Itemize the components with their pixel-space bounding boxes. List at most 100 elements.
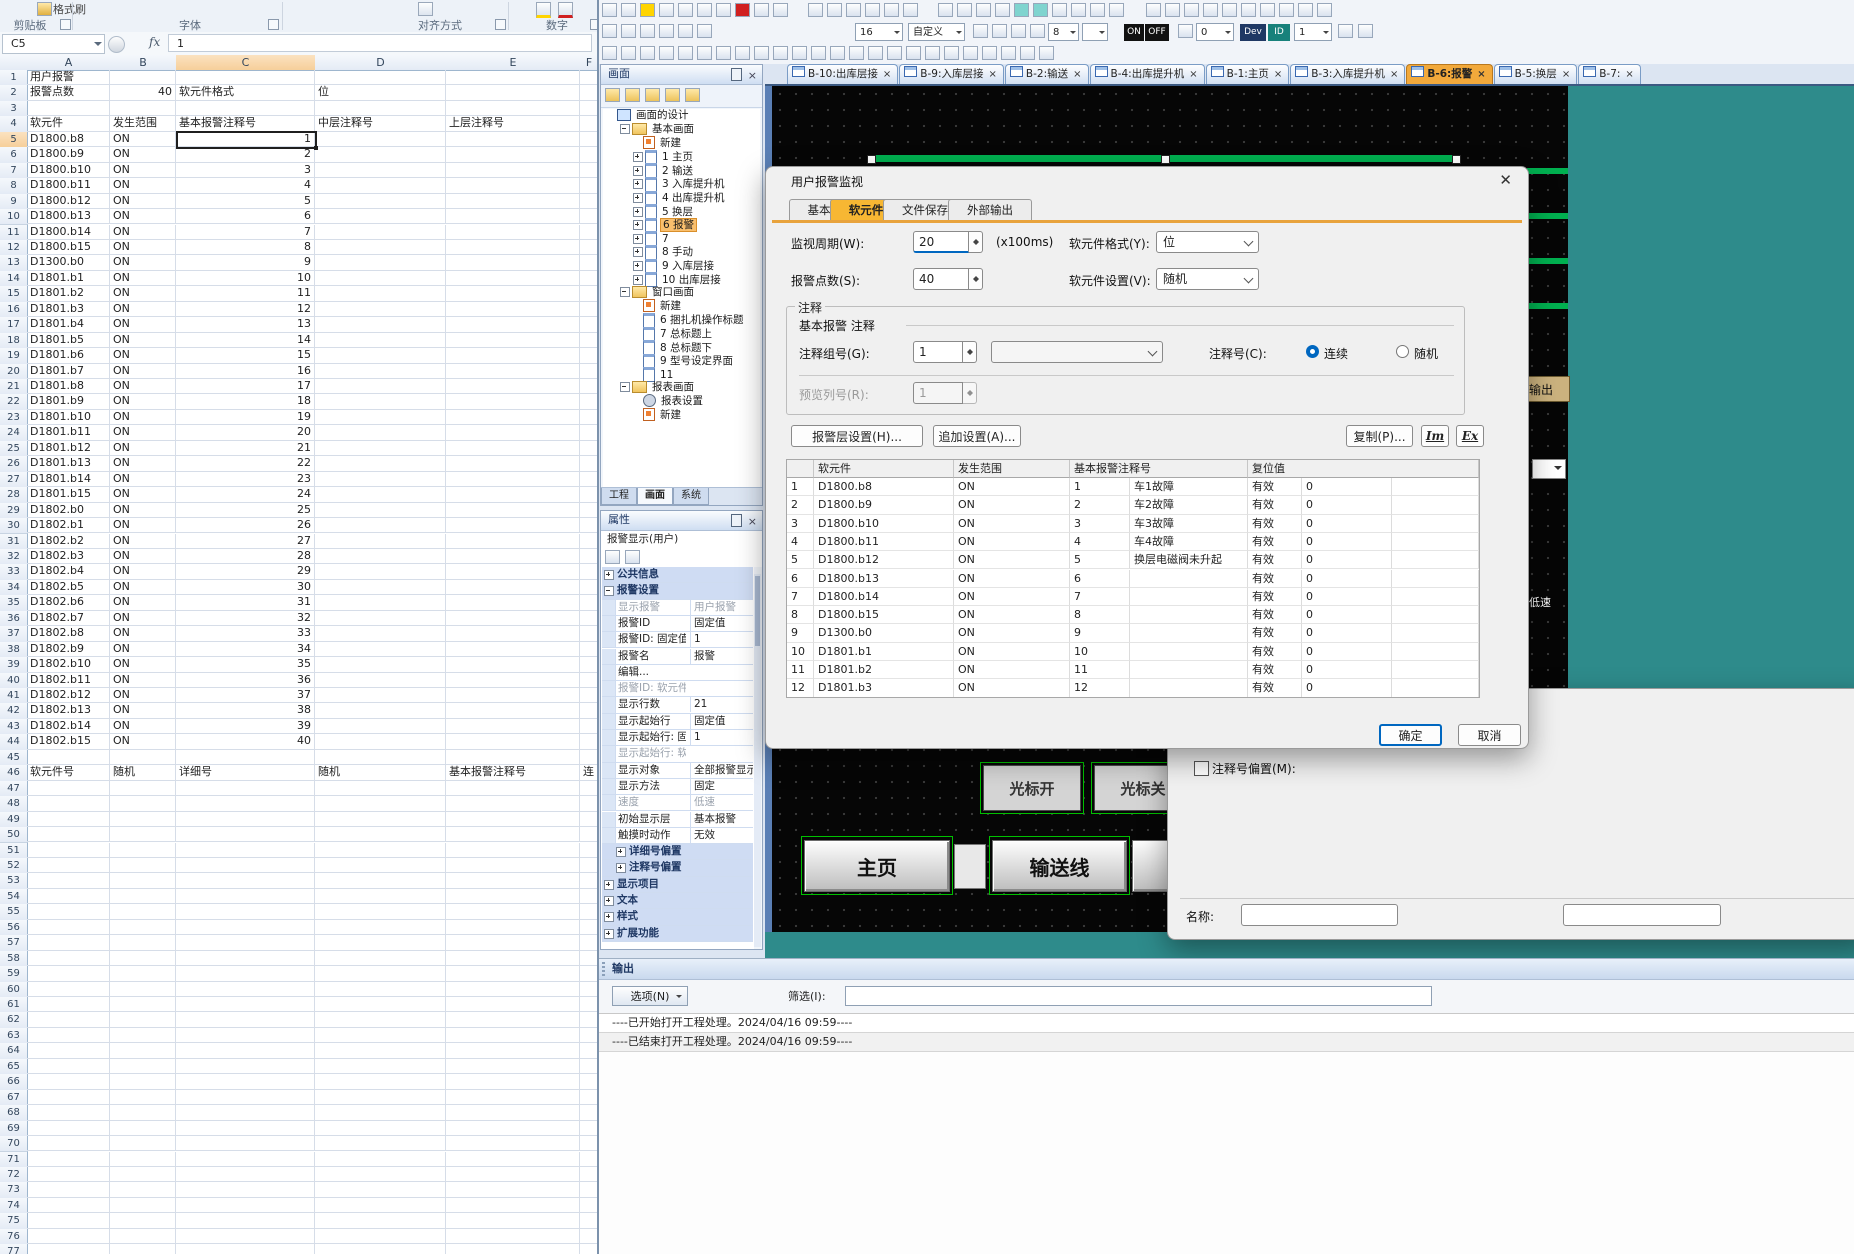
cell-D51[interactable]: [315, 843, 446, 858]
row-header-1[interactable]: 1: [0, 70, 28, 86]
cell-D59[interactable]: [315, 966, 446, 981]
cell-B6[interactable]: ON: [110, 147, 176, 162]
table-cell-r10c5[interactable]: 有效: [1248, 643, 1302, 661]
tree-item-0[interactable]: 画面的设计: [603, 109, 760, 123]
table-cell-r7c2[interactable]: ON: [954, 588, 1070, 606]
table-cell-r11c6[interactable]: 0: [1302, 661, 1392, 679]
preview-col-input[interactable]: 1: [913, 382, 963, 404]
cell-E74[interactable]: [446, 1198, 580, 1213]
cell-E48[interactable]: [446, 796, 580, 811]
cell-E26[interactable]: [446, 456, 580, 471]
row-header-61[interactable]: 61: [0, 997, 28, 1013]
cell-C29[interactable]: 25: [176, 503, 315, 518]
cell-E3[interactable]: [446, 101, 580, 116]
cell-E6[interactable]: [446, 147, 580, 162]
cell-F56[interactable]: [580, 920, 598, 935]
cell-C10[interactable]: 6: [176, 209, 315, 224]
cell-D40[interactable]: [315, 673, 446, 688]
cell-B34[interactable]: ON: [110, 580, 176, 595]
property-grid[interactable]: 公共信息报警设置显示报警用户报警报警ID固定值报警ID: 固定值1报警名报警编辑…: [601, 567, 754, 949]
cell-E8[interactable]: [446, 178, 580, 193]
cell-B74[interactable]: [110, 1198, 176, 1213]
row-header-64[interactable]: 64: [0, 1043, 28, 1059]
toolbar-icon[interactable]: [697, 46, 712, 60]
cell-D15[interactable]: [315, 286, 446, 301]
table-cell-r1c4[interactable]: 车1故障: [1130, 478, 1248, 496]
cell-F1[interactable]: [580, 70, 598, 85]
cell-B50[interactable]: [110, 827, 176, 842]
cell-A8[interactable]: D1800.b11: [27, 178, 110, 193]
cell-C7[interactable]: 3: [176, 163, 315, 178]
cell-C33[interactable]: 29: [176, 564, 315, 579]
table-cell-r4c3[interactable]: 4: [1070, 533, 1130, 551]
cell-A23[interactable]: D1801.b10: [27, 410, 110, 425]
name-input[interactable]: [1241, 904, 1398, 926]
cell-D45[interactable]: [315, 750, 446, 765]
cell-F73[interactable]: [580, 1182, 598, 1197]
tree-item-21[interactable]: 报表设置: [603, 394, 760, 408]
row-header-63[interactable]: 63: [0, 1028, 28, 1044]
cell-A50[interactable]: [27, 827, 110, 842]
toolbar-icon[interactable]: [640, 3, 655, 17]
output-message-list[interactable]: ----已开始打开工程处理。2024/04/16 09:59--------已结…: [598, 1013, 1854, 1254]
expand-icon[interactable]: [604, 896, 614, 906]
tree-item-5[interactable]: 3 入库提升机: [603, 177, 760, 191]
screen-tab-1[interactable]: B-9:入库层接×: [899, 64, 1004, 84]
id-button[interactable]: ID: [1268, 24, 1290, 41]
cell-F68[interactable]: [580, 1105, 598, 1120]
cell-E27[interactable]: [446, 472, 580, 487]
category-view-icon[interactable]: [605, 550, 620, 564]
collapse-icon[interactable]: [620, 382, 630, 392]
cell-D38[interactable]: [315, 642, 446, 657]
toolbar-icon[interactable]: [1178, 24, 1193, 38]
cell-A18[interactable]: D1801.b5: [27, 333, 110, 348]
toolbar-icon[interactable]: [976, 3, 991, 17]
toolbar-icon[interactable]: [1052, 3, 1067, 17]
cell-C11[interactable]: 7: [176, 225, 315, 240]
toolbar-icon[interactable]: [621, 24, 636, 38]
table-cell-r12c3[interactable]: 12: [1070, 679, 1130, 697]
cell-C24[interactable]: 20: [176, 425, 315, 440]
table-cell-r2c4[interactable]: 车2故障: [1130, 496, 1248, 514]
toolbar-icon[interactable]: [1317, 3, 1332, 17]
panel-toolbar-icon[interactable]: [645, 88, 660, 102]
cell-C77[interactable]: [176, 1244, 315, 1254]
format-painter-icon[interactable]: [37, 2, 52, 16]
cell-E32[interactable]: [446, 549, 580, 564]
cell-D60[interactable]: [315, 982, 446, 997]
col-header-F[interactable]: F: [580, 55, 598, 71]
toolbar-icon[interactable]: [773, 3, 788, 17]
tree-item-10[interactable]: 8 手动: [603, 245, 760, 259]
cell-F57[interactable]: [580, 935, 598, 950]
cell-D43[interactable]: [315, 719, 446, 734]
pin-icon[interactable]: [731, 68, 742, 81]
toolbar-icon[interactable]: [1030, 24, 1045, 38]
cell-F18[interactable]: [580, 333, 598, 348]
cell-C15[interactable]: 11: [176, 286, 315, 301]
cell-C21[interactable]: 17: [176, 379, 315, 394]
cell-A11[interactable]: D1800.b14: [27, 225, 110, 240]
toolbar-icon[interactable]: [925, 46, 940, 60]
toolbar-icon[interactable]: [659, 46, 674, 60]
row-header-39[interactable]: 39: [0, 657, 28, 673]
cell-B60[interactable]: [110, 982, 176, 997]
table-cell-r4c7[interactable]: [1392, 533, 1479, 551]
table-cell-r12c0[interactable]: 12: [787, 679, 814, 697]
cell-E47[interactable]: [446, 781, 580, 796]
table-cell-r11c4[interactable]: [1130, 661, 1248, 679]
property-value[interactable]: 低速: [690, 795, 753, 810]
insert-function-circle-icon[interactable]: [108, 36, 125, 53]
row-header-32[interactable]: 32: [0, 549, 28, 565]
cell-F44[interactable]: [580, 734, 598, 749]
cell-D29[interactable]: [315, 503, 446, 518]
cell-A39[interactable]: D1802.b10: [27, 657, 110, 672]
row-header-35[interactable]: 35: [0, 595, 28, 611]
table-cell-r3c3[interactable]: 3: [1070, 515, 1130, 533]
cell-E12[interactable]: [446, 240, 580, 255]
screen-tab-4[interactable]: B-1:主页×: [1206, 64, 1290, 84]
cell-A73[interactable]: [27, 1182, 110, 1197]
cell-B53[interactable]: [110, 873, 176, 888]
cell-D21[interactable]: [315, 379, 446, 394]
cell-F70[interactable]: [580, 1136, 598, 1151]
table-cell-r2c6[interactable]: 0: [1302, 496, 1392, 514]
